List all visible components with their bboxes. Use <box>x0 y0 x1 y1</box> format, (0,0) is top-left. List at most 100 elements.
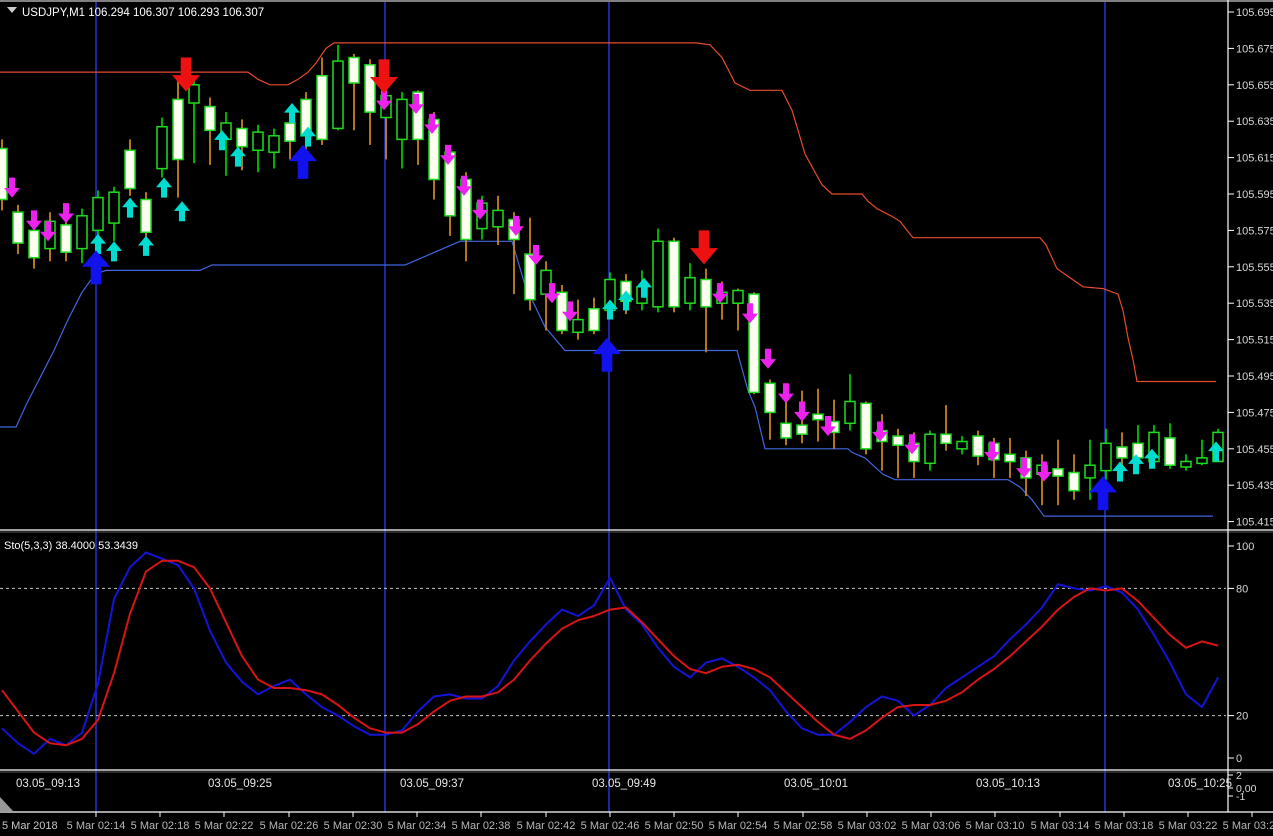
candle-body <box>316 74 328 141</box>
time-axis-label: 5 Mar 02:42 <box>517 820 576 832</box>
candle-body <box>0 147 8 201</box>
time-axis-label: 5 Mar 03:18 <box>1095 820 1154 832</box>
candle-body <box>1116 446 1128 459</box>
session-time-label: 03.05_10:13 <box>976 778 1040 790</box>
candle-body <box>764 382 776 414</box>
candle-body <box>396 98 408 141</box>
time-axis-label: 5 Mar 02:30 <box>324 820 383 832</box>
candlestick <box>556 285 568 335</box>
price-axis-label: 105.615 <box>1236 153 1273 165</box>
candlestick <box>668 237 680 313</box>
candle-body <box>668 240 680 308</box>
price-axis-label: 105.575 <box>1236 225 1273 237</box>
price-axis-label: 105.495 <box>1236 371 1273 383</box>
candle-body <box>972 435 984 457</box>
chart-title: USDJPY,M1 106.294 106.307 106.293 106.30… <box>22 7 264 19</box>
candle-body <box>1052 468 1064 477</box>
stochastic-axis-label: 0 <box>1236 753 1242 765</box>
time-axis-label: 5 Mar 02:58 <box>774 820 833 832</box>
candle-body <box>332 60 344 130</box>
candlestick <box>0 139 8 211</box>
time-axis-label: 5 Mar 02:38 <box>452 820 511 832</box>
candle-body <box>684 276 696 304</box>
candle-body <box>940 433 952 445</box>
time-axis-label: 5 Mar 02:14 <box>67 820 126 832</box>
time-axis-label: 5 Mar 02:18 <box>131 820 190 832</box>
session-time-label: 03.05_09:25 <box>208 778 272 790</box>
candle-body <box>156 125 168 170</box>
subpanel-axis-label: -1 <box>1236 791 1245 803</box>
candle-body <box>924 433 936 465</box>
time-axis-label: 5 Mar 03:10 <box>966 820 1025 832</box>
price-axis-label: 105.475 <box>1236 407 1273 419</box>
candle-body <box>1164 437 1176 466</box>
candle-body <box>92 196 104 232</box>
candle-body <box>652 240 664 308</box>
session-time-label: 03.05_09:37 <box>400 778 464 790</box>
candle-body <box>556 291 568 332</box>
candle-body <box>1196 457 1208 465</box>
candle-body <box>700 278 712 308</box>
candlestick <box>156 117 168 178</box>
candle-body <box>860 402 872 450</box>
price-axis-label: 105.635 <box>1236 116 1273 128</box>
candle-body <box>1100 442 1112 472</box>
candle-body <box>348 56 360 84</box>
time-axis-label: 5 Mar 02:50 <box>645 820 704 832</box>
candle-body <box>812 413 824 421</box>
time-axis-label: 5 Mar 02:46 <box>581 820 640 832</box>
subpanel-axis-label: 2 <box>1236 770 1242 782</box>
price-axis-label: 105.415 <box>1236 517 1273 529</box>
session-time-label: 03.05_09:49 <box>592 778 656 790</box>
candle-body <box>124 149 136 190</box>
candle-body <box>204 105 216 132</box>
time-axis-label: 5 Mar 02:22 <box>195 820 254 832</box>
price-axis-label: 105.515 <box>1236 335 1273 347</box>
candle-body <box>844 400 856 425</box>
chart-background <box>0 0 1273 836</box>
candle-body <box>572 318 584 334</box>
candle-body <box>28 229 40 259</box>
candle-body <box>588 307 600 332</box>
time-axis-label: 5 Mar 03:06 <box>902 820 961 832</box>
time-axis-label: 5 Mar 03:22 <box>1159 820 1218 832</box>
trading-chart-canvas[interactable]: 105.695 105.675 105.655 105.635 105.615 105.5… <box>0 0 1273 836</box>
price-axis-label: 105.555 <box>1236 262 1273 274</box>
price-axis-label: 105.435 <box>1236 480 1273 492</box>
candle-body <box>1180 460 1192 468</box>
time-axis-label: 5 Mar 02:26 <box>260 820 319 832</box>
price-axis-label: 105.455 <box>1236 444 1273 456</box>
candle-body <box>252 131 264 152</box>
candle-body <box>140 198 152 234</box>
stochastic-axis-label: 80 <box>1236 583 1248 595</box>
candle-body <box>188 84 200 104</box>
candle-body <box>268 135 280 153</box>
stochastic-label: Sto(5,3,3) 38.4000 53.3439 <box>4 540 138 552</box>
mt4-chart-window: 105.695 105.675 105.655 105.635 105.615 105.5… <box>0 0 1273 836</box>
candle-body <box>76 215 88 250</box>
session-time-label: 03.05_09:13 <box>16 778 80 790</box>
candle-body <box>1084 464 1096 479</box>
time-axis-date-label: 5 Mar 2018 <box>2 820 58 832</box>
price-axis-label: 105.595 <box>1236 189 1273 201</box>
price-axis-label: 105.695 <box>1236 7 1273 19</box>
stochastic-axis-label: 20 <box>1236 711 1248 723</box>
candlestick <box>652 228 664 313</box>
candle-body <box>492 209 504 228</box>
time-axis-label: 5 Mar 02:34 <box>388 820 447 832</box>
candle-body <box>108 191 120 224</box>
session-time-label: 03.05_10:25 <box>1168 778 1232 790</box>
candle-body <box>956 440 968 450</box>
candle-body <box>364 64 376 113</box>
time-axis-label: 5 Mar 03:26 <box>1223 820 1273 832</box>
price-axis-label: 105.675 <box>1236 43 1273 55</box>
candle-body <box>732 289 744 304</box>
candle-body <box>780 422 792 439</box>
stochastic-axis-label: 100 <box>1236 541 1254 553</box>
price-axis-label: 105.535 <box>1236 298 1273 310</box>
time-axis-label: 5 Mar 03:02 <box>838 820 897 832</box>
candle-body <box>12 211 24 244</box>
candle-body <box>796 424 808 435</box>
candle-body <box>892 435 904 446</box>
candle-body <box>172 98 184 161</box>
